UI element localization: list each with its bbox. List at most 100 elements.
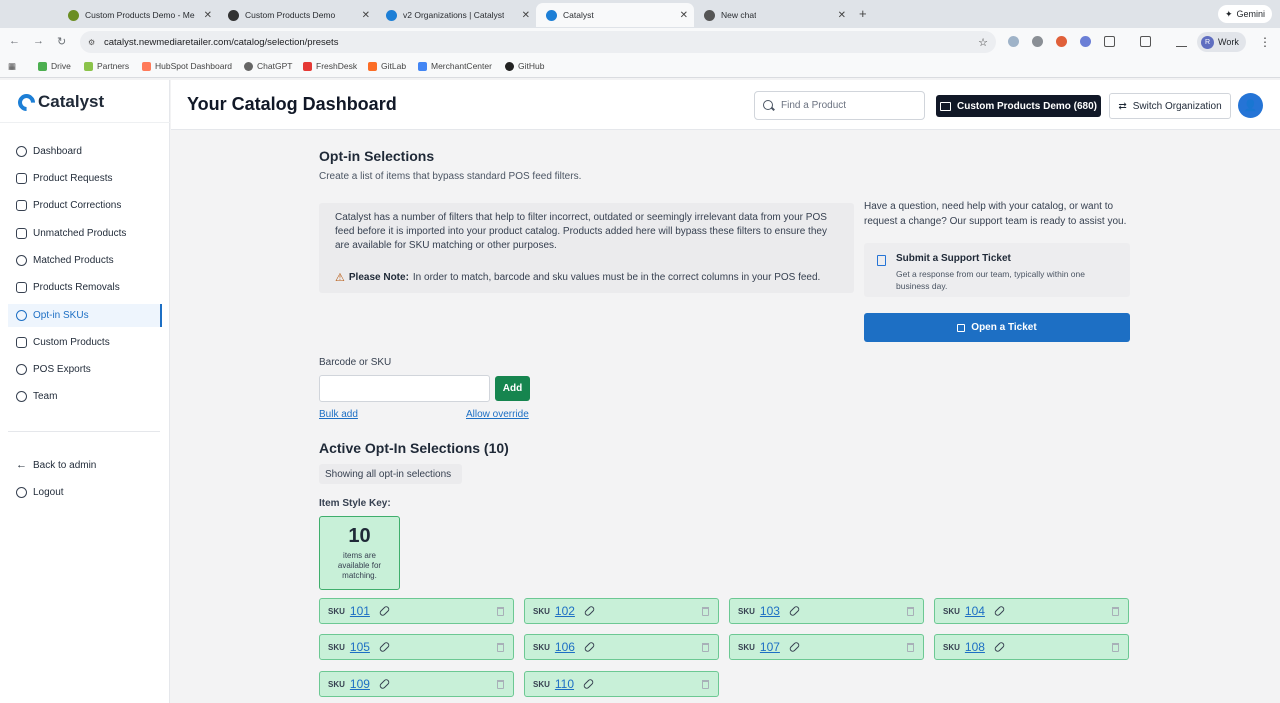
- main-content: Opt-in Selections Create a list of items…: [171, 131, 1280, 703]
- sidebar-item-unmatched-products[interactable]: Unmatched Products: [8, 222, 162, 245]
- link-icon[interactable]: [378, 677, 391, 691]
- close-icon[interactable]: ✕: [838, 10, 846, 21]
- extension-icon[interactable]: [1056, 36, 1067, 47]
- item-style-key-label: Item Style Key:: [319, 498, 391, 509]
- close-icon[interactable]: ✕: [362, 10, 370, 21]
- new-tab-icon[interactable]: +: [859, 6, 867, 21]
- trash-icon[interactable]: [702, 680, 709, 689]
- sidebar-item-team[interactable]: Team: [8, 385, 162, 408]
- gitlab-icon: [368, 61, 377, 71]
- apps-icon[interactable]: ▦: [8, 61, 16, 72]
- user-avatar-icon[interactable]: 👤: [1238, 93, 1263, 118]
- download-icon[interactable]: [1176, 36, 1187, 47]
- sidebar-item-product-requests[interactable]: Product Requests: [8, 167, 162, 190]
- browser-tab[interactable]: Custom Products Demo - Me ✕: [58, 3, 218, 27]
- trash-icon[interactable]: [497, 643, 504, 652]
- bulk-add-link[interactable]: Bulk add: [319, 409, 358, 420]
- trash-icon[interactable]: [1112, 643, 1119, 652]
- split-view-icon[interactable]: [1140, 36, 1151, 47]
- bookmark-freshdesk[interactable]: FreshDesk: [303, 61, 357, 71]
- link-icon[interactable]: [788, 604, 801, 618]
- profile-button[interactable]: R Work: [1197, 32, 1246, 52]
- bookmark-star-icon[interactable]: ☆: [978, 36, 988, 49]
- close-icon[interactable]: ✕: [204, 10, 212, 21]
- forward-icon[interactable]: →: [33, 35, 44, 47]
- link-icon[interactable]: [378, 640, 391, 654]
- sidebar-item-matched-products[interactable]: Matched Products: [8, 249, 162, 272]
- sidebar-item-logout[interactable]: Logout: [8, 481, 162, 504]
- back-icon[interactable]: ←: [9, 35, 20, 47]
- sku-link[interactable]: 101: [350, 604, 370, 618]
- warning-icon: ⚠: [335, 272, 345, 284]
- bookmark-partners[interactable]: Partners: [84, 61, 129, 71]
- add-button[interactable]: Add: [495, 376, 530, 401]
- switch-organization-button[interactable]: ⇄ Switch Organization: [1109, 93, 1231, 119]
- browser-tab[interactable]: Custom Products Demo ✕: [218, 3, 376, 27]
- search-icon: [763, 100, 773, 110]
- trash-icon[interactable]: [702, 607, 709, 616]
- sku-item: SKU 110: [524, 671, 719, 697]
- close-icon[interactable]: ✕: [522, 10, 530, 21]
- sidebar-item-opt-in-skus[interactable]: Opt-in SKUs: [8, 304, 162, 327]
- sku-link[interactable]: 108: [965, 640, 985, 654]
- trash-icon[interactable]: [907, 643, 914, 652]
- search-input[interactable]: Find a Product: [754, 91, 925, 120]
- barcode-sku-input[interactable]: [319, 375, 490, 402]
- box-icon: [16, 337, 27, 348]
- sku-item: SKU 102: [524, 598, 719, 624]
- link-icon[interactable]: [378, 604, 391, 618]
- sidebar-item-back-to-admin[interactable]: ← Back to admin: [8, 454, 162, 477]
- sidebar-item-dashboard[interactable]: Dashboard: [8, 140, 162, 163]
- link-icon[interactable]: [583, 640, 596, 654]
- sku-link[interactable]: 110: [555, 677, 574, 691]
- trash-icon[interactable]: [907, 607, 914, 616]
- sidebar-item-product-corrections[interactable]: Product Corrections: [8, 194, 162, 217]
- sku-link[interactable]: 102: [555, 604, 575, 618]
- link-icon[interactable]: [583, 604, 596, 618]
- reload-icon[interactable]: ↻: [57, 35, 66, 48]
- link-icon[interactable]: [993, 640, 1006, 654]
- sku-link[interactable]: 107: [760, 640, 780, 654]
- support-ticket-card: Submit a Support Ticket Get a response f…: [864, 243, 1130, 297]
- bookmark-drive[interactable]: Drive: [38, 61, 71, 71]
- browser-tab-active[interactable]: Catalyst ✕: [536, 3, 694, 27]
- trash-icon[interactable]: [497, 680, 504, 689]
- trash-icon[interactable]: [497, 607, 504, 616]
- link-icon[interactable]: [788, 640, 801, 654]
- allow-override-link[interactable]: Allow override: [466, 409, 529, 420]
- sku-link[interactable]: 106: [555, 640, 575, 654]
- menu-icon[interactable]: ⋮: [1259, 35, 1271, 49]
- organization-button[interactable]: Custom Products Demo (680): [936, 95, 1101, 117]
- extension-icon[interactable]: [1008, 36, 1019, 47]
- trash-icon[interactable]: [1112, 607, 1119, 616]
- puzzle-icon[interactable]: [1104, 36, 1115, 47]
- catalyst-logo[interactable]: Catalyst: [14, 89, 104, 115]
- close-icon[interactable]: ✕: [680, 10, 688, 21]
- browser-tab[interactable]: v2 Organizations | Catalyst ✕: [376, 3, 536, 27]
- address-bar-row: ← → ↻ ⚙ catalyst.newmediaretailer.com/ca…: [0, 28, 1280, 56]
- sku-link[interactable]: 105: [350, 640, 370, 654]
- sku-link[interactable]: 103: [760, 604, 780, 618]
- extension-icon[interactable]: [1032, 36, 1043, 47]
- browser-tab[interactable]: New chat ✕: [694, 3, 852, 27]
- sku-link[interactable]: 109: [350, 677, 370, 691]
- bookmark-chatgpt[interactable]: ChatGPT: [244, 61, 292, 71]
- bookmark-github[interactable]: GitHub: [505, 61, 544, 71]
- link-icon[interactable]: [582, 677, 595, 691]
- extension-icon[interactable]: [1080, 36, 1091, 47]
- bookmark-hubspot[interactable]: HubSpot Dashboard: [142, 61, 232, 71]
- link-icon[interactable]: [993, 604, 1006, 618]
- sidebar-item-custom-products[interactable]: Custom Products: [8, 331, 162, 354]
- bookmark-gitlab[interactable]: GitLab: [368, 61, 406, 71]
- sidebar-item-pos-exports[interactable]: POS Exports: [8, 358, 162, 381]
- site-info-icon[interactable]: ⚙: [88, 38, 95, 47]
- sidebar-item-products-removals[interactable]: Products Removals: [8, 276, 162, 299]
- bookmark-merchantcenter[interactable]: MerchantCenter: [418, 61, 492, 71]
- gemini-button[interactable]: ✦ Gemini: [1217, 5, 1272, 23]
- sku-link[interactable]: 104: [965, 604, 985, 618]
- url-field[interactable]: ⚙ catalyst.newmediaretailer.com/catalog/…: [80, 31, 996, 53]
- trash-icon[interactable]: [702, 643, 709, 652]
- hubspot-icon: [142, 61, 151, 71]
- open-ticket-button[interactable]: Open a Ticket: [864, 313, 1130, 342]
- tab-favicon-icon: [386, 9, 397, 21]
